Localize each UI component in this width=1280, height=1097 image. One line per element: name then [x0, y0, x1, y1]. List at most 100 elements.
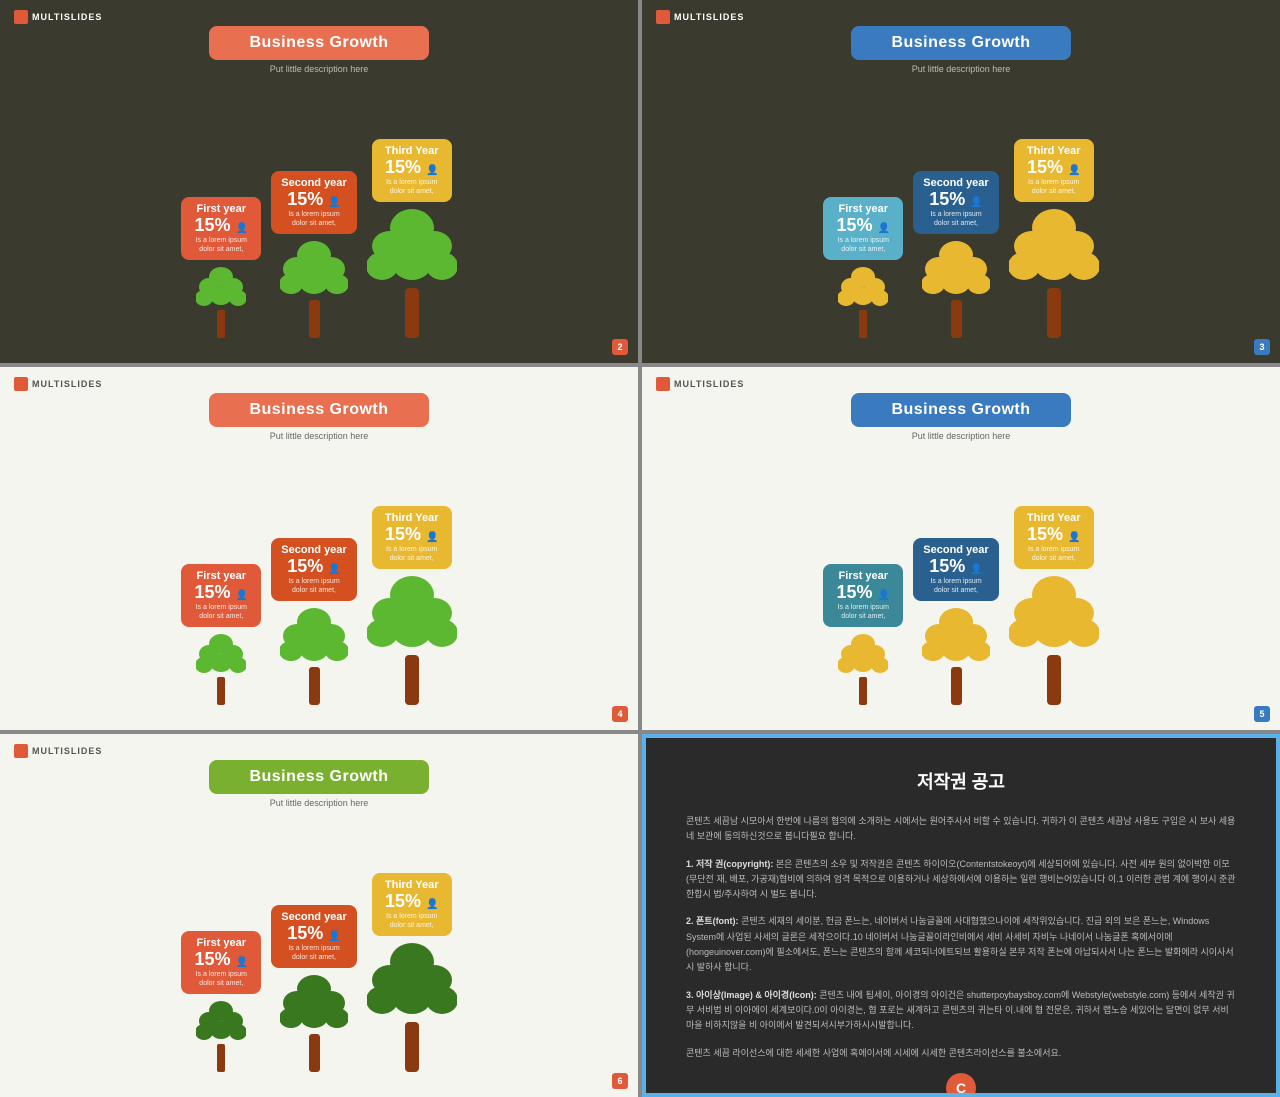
year-label: Third Year: [1024, 512, 1084, 524]
description: Is a lorem ipsumdolor sit amet,: [191, 603, 251, 621]
subtitle: Put little description here: [912, 431, 1011, 441]
info-box: First year 15% 👤 Is a lorem ipsumdolor s…: [823, 197, 903, 260]
info-box: First year 15% 👤 Is a lorem ipsumdolor s…: [823, 564, 903, 627]
tree-unit: First year 15% 👤 Is a lorem ipsumdolor s…: [823, 564, 903, 710]
trees-area: First year 15% 👤 Is a lorem ipsumdolor s…: [20, 818, 618, 1087]
slide-title: Business Growth: [249, 768, 388, 786]
trees-area: First year 15% 👤 Is a lorem ipsumdolor s…: [662, 451, 1260, 720]
info-box: Third Year 15% 👤 Is a lorem ipsumdolor s…: [1014, 139, 1094, 202]
year-label: Second year: [923, 177, 988, 189]
description: Is a lorem ipsumdolor sit amet,: [281, 577, 346, 595]
logo: MULTISLIDES: [14, 377, 102, 391]
slide-title: Business Growth: [891, 401, 1030, 419]
copyright-para-3: 3. 아이상(Image) & 아이경(Icon): 콘텐츠 내에 됩세이, 아…: [686, 988, 1236, 1034]
slide-number: 3: [1254, 339, 1270, 355]
description: Is a lorem ipsumdolor sit amet,: [382, 912, 442, 930]
percentage: 15% 👤: [191, 215, 251, 236]
year-label: Third Year: [1024, 145, 1084, 157]
description: Is a lorem ipsumdolor sit amet,: [191, 970, 251, 988]
info-box: Third Year 15% 👤 Is a lorem ipsumdolor s…: [1014, 506, 1094, 569]
copyright-para-2: 2. 폰트(font): 콘텐츠 세재의 세이분, 헌금 폰느는, 네이버서 나…: [686, 914, 1236, 975]
percentage: 15% 👤: [382, 157, 442, 178]
description: Is a lorem ipsumdolor sit amet,: [923, 210, 988, 228]
tree-unit: Second year 15% 👤 Is a lorem ipsumdolor …: [271, 171, 356, 343]
title-banner: Business Growth: [209, 26, 428, 60]
percentage: 15% 👤: [833, 582, 893, 603]
tree-graphic: [367, 575, 457, 710]
year-label: First year: [191, 203, 251, 215]
subtitle: Put little description here: [270, 798, 369, 808]
percentage: 15% 👤: [382, 524, 442, 545]
description: Is a lorem ipsumdolor sit amet,: [191, 236, 251, 254]
description: Is a lorem ipsumdolor sit amet,: [382, 178, 442, 196]
trees-area: First year 15% 👤 Is a lorem ipsumdolor s…: [662, 84, 1260, 353]
percentage: 15% 👤: [1024, 157, 1084, 178]
tree-unit: Third Year 15% 👤 Is a lorem ipsumdolor s…: [367, 139, 457, 343]
info-box: Second year 15% 👤 Is a lorem ipsumdolor …: [271, 538, 356, 601]
copyright-body: 콘텐츠 세끔남 시모아서 한번에 나름의 협의에 소개하는 시에서는 원어주사서…: [686, 814, 1236, 1097]
tree-unit: First year 15% 👤 Is a lorem ipsumdolor s…: [823, 197, 903, 343]
year-label: Third Year: [382, 145, 442, 157]
subtitle: Put little description here: [270, 431, 369, 441]
logo-text: MULTISLIDES: [32, 12, 102, 22]
tree-unit: Second year 15% 👤 Is a lorem ipsumdolor …: [913, 171, 998, 343]
trees-area: First year 15% 👤 Is a lorem ipsumdolor s…: [20, 84, 618, 353]
tree-unit: Second year 15% 👤 Is a lorem ipsumdolor …: [913, 538, 998, 710]
info-box: Third Year 15% 👤 Is a lorem ipsumdolor s…: [372, 506, 452, 569]
title-banner: Business Growth: [851, 26, 1070, 60]
tree-unit: First year 15% 👤 Is a lorem ipsumdolor s…: [181, 197, 261, 343]
subtitle: Put little description here: [912, 64, 1011, 74]
trees-area: First year 15% 👤 Is a lorem ipsumdolor s…: [20, 451, 618, 720]
logo-text: MULTISLIDES: [32, 379, 102, 389]
title-banner: Business Growth: [209, 393, 428, 427]
tree-graphic: [1009, 575, 1099, 710]
title-banner: Business Growth: [209, 760, 428, 794]
tree-graphic: [367, 208, 457, 343]
slide-number: 6: [612, 1073, 628, 1089]
logo-icon: [656, 377, 670, 391]
logo-icon: [14, 377, 28, 391]
year-label: Second year: [281, 177, 346, 189]
copyright-para-footer: 콘텐츠 세끔 라이선스에 대한 세세한 사업에 혹에이서에 시세에 시세한 콘텐…: [686, 1046, 1236, 1061]
logo-text: MULTISLIDES: [674, 12, 744, 22]
info-box: Third Year 15% 👤 Is a lorem ipsumdolor s…: [372, 139, 452, 202]
tree-unit: Second year 15% 👤 Is a lorem ipsumdolor …: [271, 538, 356, 710]
logo-text: MULTISLIDES: [674, 379, 744, 389]
info-box: Second year 15% 👤 Is a lorem ipsumdolor …: [913, 171, 998, 234]
logo-icon: [14, 10, 28, 24]
percentage: 15% 👤: [281, 923, 346, 944]
tree-graphic: [838, 633, 888, 710]
description: Is a lorem ipsumdolor sit amet,: [833, 603, 893, 621]
info-box: First year 15% 👤 Is a lorem ipsumdolor s…: [181, 564, 261, 627]
percentage: 15% 👤: [382, 891, 442, 912]
tree-graphic: [196, 633, 246, 710]
description: Is a lorem ipsumdolor sit amet,: [833, 236, 893, 254]
percentage: 15% 👤: [191, 582, 251, 603]
percentage: 15% 👤: [281, 556, 346, 577]
percentage: 15% 👤: [281, 189, 346, 210]
description: Is a lorem ipsumdolor sit amet,: [281, 210, 346, 228]
percentage: 15% 👤: [191, 949, 251, 970]
year-label: First year: [833, 203, 893, 215]
year-label: First year: [833, 570, 893, 582]
subtitle: Put little description here: [270, 64, 369, 74]
logo: MULTISLIDES: [656, 377, 744, 391]
copyright-para-intro: 콘텐츠 세끔남 시모아서 한번에 나름의 협의에 소개하는 시에서는 원어주사서…: [686, 814, 1236, 845]
slide-4: MULTISLIDES Business Growth Put little d…: [642, 367, 1280, 730]
logo: MULTISLIDES: [14, 10, 102, 24]
info-box: First year 15% 👤 Is a lorem ipsumdolor s…: [181, 197, 261, 260]
tree-graphic: [196, 1000, 246, 1077]
logo-icon: [14, 744, 28, 758]
info-box: Second year 15% 👤 Is a lorem ipsumdolor …: [913, 538, 998, 601]
logo-text: MULTISLIDES: [32, 746, 102, 756]
tree-graphic: [367, 942, 457, 1077]
description: Is a lorem ipsumdolor sit amet,: [923, 577, 988, 595]
info-box: Second year 15% 👤 Is a lorem ipsumdolor …: [271, 905, 356, 968]
tree-graphic: [280, 240, 348, 343]
slide-2: MULTISLIDES Business Growth Put little d…: [642, 0, 1280, 363]
tree-graphic: [280, 607, 348, 710]
tree-unit: Third Year 15% 👤 Is a lorem ipsumdolor s…: [367, 873, 457, 1077]
tree-graphic: [922, 240, 990, 343]
slide-copyright: 저작권 공고 콘텐츠 세끔남 시모아서 한번에 나름의 협의에 소개하는 시에서…: [642, 734, 1280, 1097]
logo: MULTISLIDES: [14, 744, 102, 758]
